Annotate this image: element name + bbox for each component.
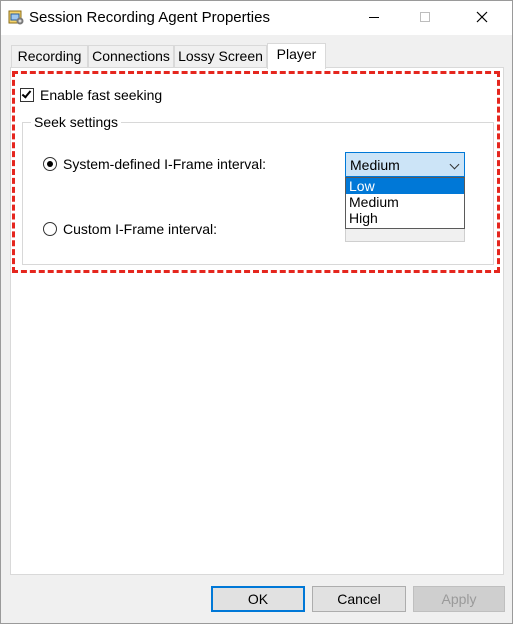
- system-defined-label: System-defined I-Frame interval:: [63, 156, 267, 172]
- fast-seeking-option[interactable]: Enable fast seeking: [20, 86, 162, 104]
- close-icon: [476, 11, 488, 23]
- fast-seeking-label: Enable fast seeking: [40, 87, 163, 103]
- chevron-down-icon: [449, 159, 460, 170]
- window-title: Session Recording Agent Properties: [29, 9, 270, 26]
- dropdown-option-low[interactable]: Low: [346, 178, 464, 194]
- tab-lossy-screen[interactable]: Lossy Screen: [174, 45, 267, 68]
- tab-player[interactable]: Player: [267, 43, 326, 69]
- cancel-button[interactable]: Cancel: [312, 586, 406, 612]
- system-defined-radio[interactable]: [43, 157, 57, 171]
- minimize-icon: [369, 16, 379, 18]
- dropdown-option-medium[interactable]: Medium: [346, 194, 464, 210]
- maximize-icon: [420, 12, 430, 22]
- custom-interval-option[interactable]: Custom I-Frame interval:: [43, 220, 217, 238]
- custom-interval-input[interactable]: [345, 228, 465, 242]
- close-button[interactable]: [459, 1, 505, 33]
- apply-button[interactable]: Apply: [413, 586, 505, 612]
- system-defined-option[interactable]: System-defined I-Frame interval:: [43, 155, 266, 173]
- tab-connections[interactable]: Connections: [88, 45, 174, 68]
- interval-dropdown-list: Low Medium High: [345, 177, 465, 229]
- tab-recording[interactable]: Recording: [11, 45, 88, 68]
- checkmark-icon: [21, 88, 32, 99]
- dropdown-option-high[interactable]: High: [346, 210, 464, 226]
- title-bar: Session Recording Agent Properties: [1, 1, 512, 35]
- custom-interval-radio[interactable]: [43, 222, 57, 236]
- interval-select[interactable]: Medium: [345, 152, 465, 177]
- app-properties-icon: [8, 10, 24, 25]
- maximize-button[interactable]: [402, 1, 448, 33]
- ok-button[interactable]: OK: [211, 586, 305, 612]
- minimize-button[interactable]: [351, 1, 397, 33]
- interval-select-value: Medium: [350, 156, 400, 173]
- fast-seeking-checkbox[interactable]: [20, 88, 34, 102]
- custom-interval-label: Custom I-Frame interval:: [63, 221, 218, 237]
- seek-settings-legend: Seek settings: [31, 114, 122, 130]
